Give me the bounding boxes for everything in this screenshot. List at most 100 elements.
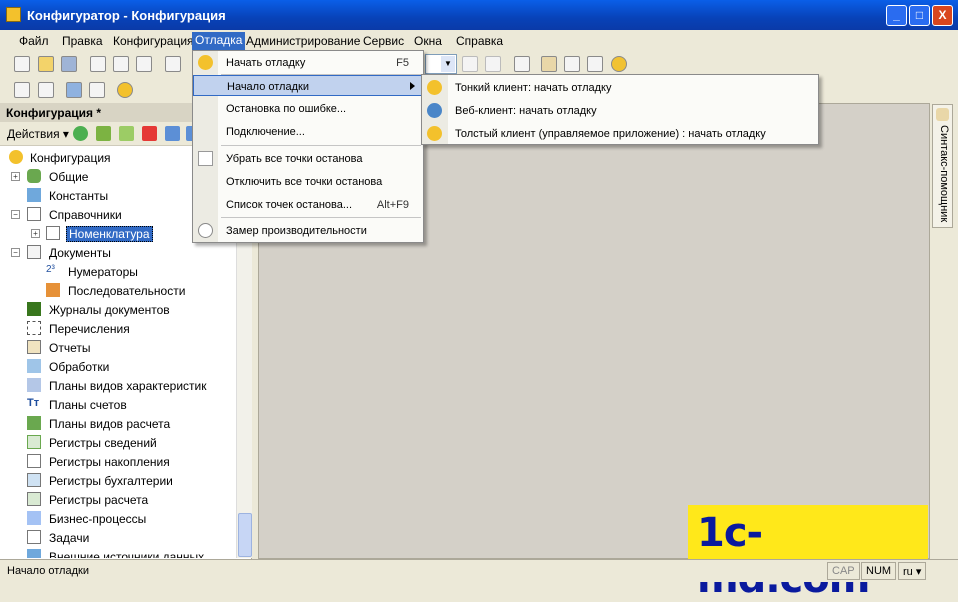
menu-help[interactable]: Справка: [453, 33, 506, 49]
collapse-icon[interactable]: −: [11, 210, 20, 219]
menu-separator: [221, 145, 421, 146]
status-bar: Начало отладки CAP NUM ru ▾: [0, 559, 958, 582]
start-debugging-item[interactable]: Начать отладку F5: [193, 52, 423, 73]
tasks-icon: [27, 530, 41, 544]
tree-item[interactable]: Журналы документов: [0, 300, 236, 319]
tree-item[interactable]: Отчеты: [0, 338, 236, 357]
menu-administration[interactable]: Администрирование: [243, 33, 363, 49]
app-icon: [6, 7, 21, 22]
start-debug-icon[interactable]: [117, 82, 133, 98]
connection-item[interactable]: Подключение...: [193, 121, 423, 142]
disable-breakpoints-item[interactable]: Отключить все точки останова: [193, 171, 423, 192]
minimize-button[interactable]: _: [886, 5, 907, 26]
external-data-sources-icon: [27, 549, 41, 558]
tree-item[interactable]: Регистры расчета: [0, 490, 236, 509]
module-icon[interactable]: [14, 82, 30, 98]
save-icon[interactable]: [61, 56, 77, 72]
edit-icon[interactable]: [96, 126, 111, 141]
web-client-icon: [427, 103, 442, 118]
chart-of-accounts-icon: Тт: [27, 397, 40, 409]
sequences-icon: [46, 283, 60, 297]
window-title: Конфигуратор - Конфигурация: [27, 8, 226, 23]
search-icon[interactable]: [564, 56, 580, 72]
menu-service[interactable]: Сервис: [360, 33, 407, 49]
status-text: Начало отладки: [7, 565, 89, 577]
watermark-logo: 1c-md.com: [688, 505, 928, 602]
add-icon[interactable]: [73, 126, 88, 141]
tree-item[interactable]: Обработки: [0, 357, 236, 376]
syntax-helper-icon[interactable]: [587, 56, 603, 72]
constants-icon: [27, 188, 41, 202]
back-icon[interactable]: [462, 56, 478, 72]
remove-breakpoints-item[interactable]: Убрать все точки останова: [193, 148, 423, 169]
stop-on-error-item[interactable]: Остановка по ошибке...: [193, 98, 423, 119]
menu-edit[interactable]: Правка: [59, 33, 106, 49]
debug-start-submenu-item[interactable]: Начало отладки: [193, 75, 423, 96]
enums-icon: [27, 321, 41, 335]
caps-indicator: CAP: [827, 562, 860, 580]
copy-icon[interactable]: [113, 56, 129, 72]
info-icon[interactable]: [611, 56, 627, 72]
menu-bar: Файл Правка Конфигурация Отладка Админис…: [0, 30, 958, 51]
menu-file[interactable]: Файл: [16, 33, 52, 49]
tree-item[interactable]: Перечисления: [0, 319, 236, 338]
business-processes-icon: [27, 511, 41, 525]
print-icon[interactable]: [165, 56, 181, 72]
paste-icon[interactable]: [136, 56, 152, 72]
thick-client-icon: [427, 126, 442, 141]
menu-windows[interactable]: Окна: [411, 33, 445, 49]
form-icon[interactable]: [38, 82, 54, 98]
submenu-arrow-icon: [410, 82, 415, 90]
actions-menu[interactable]: Действия ▾: [7, 127, 69, 141]
language-selector[interactable]: ru ▾: [898, 562, 927, 580]
documents-icon: [27, 245, 41, 259]
chevron-down-icon[interactable]: ▼: [441, 56, 455, 72]
new-file-icon[interactable]: [14, 56, 30, 72]
syntax-helper-tab[interactable]: Синтакс-помощник: [932, 104, 953, 228]
play-icon: [198, 55, 213, 70]
accumulation-registers-icon: [27, 454, 41, 468]
table-icon[interactable]: [89, 82, 105, 98]
tree-item[interactable]: Планы видов характеристик: [0, 376, 236, 395]
menu-debug[interactable]: Отладка: [192, 32, 246, 50]
thin-client-icon: [427, 80, 442, 95]
tree-item[interactable]: Задачи: [0, 528, 236, 547]
expand-icon[interactable]: +: [11, 172, 20, 181]
remove-breakpoints-icon: [198, 151, 213, 166]
tree-item[interactable]: Внешние источники данных: [0, 547, 236, 558]
expand-icon[interactable]: +: [31, 229, 40, 238]
tree-item[interactable]: − Документы: [0, 243, 236, 262]
tree-item[interactable]: Последовательности: [0, 281, 236, 300]
database-icon[interactable]: [66, 82, 82, 98]
common-icon: [27, 169, 41, 183]
open-folder-icon[interactable]: [38, 56, 54, 72]
tree-item[interactable]: Бизнес-процессы: [0, 509, 236, 528]
tree-item[interactable]: Регистры накопления: [0, 452, 236, 471]
breakpoint-list-item[interactable]: Список точек останова... Alt+F9: [193, 194, 423, 215]
catalogs-icon: [27, 207, 41, 221]
add-copy-icon[interactable]: [119, 126, 134, 141]
forward-icon[interactable]: [485, 56, 501, 72]
tree-item[interactable]: Регистры сведений: [0, 433, 236, 452]
cut-icon[interactable]: [90, 56, 106, 72]
reports-icon: [27, 340, 41, 354]
performance-measurement-item[interactable]: Замер производительности: [193, 220, 423, 241]
move-up-icon[interactable]: [165, 126, 180, 141]
scrollbar-thumb[interactable]: [238, 513, 252, 557]
menu-configuration[interactable]: Конфигурация: [110, 33, 197, 49]
thin-client-debug-item[interactable]: Тонкий клиент: начать отладку: [422, 76, 818, 99]
tree-item[interactable]: 2³ Нумераторы: [0, 262, 236, 281]
delete-icon[interactable]: [142, 126, 157, 141]
collapse-icon[interactable]: −: [11, 248, 20, 257]
document-journals-icon: [27, 302, 41, 316]
close-button[interactable]: X: [932, 5, 953, 26]
maximize-button[interactable]: □: [909, 5, 930, 26]
tree-item[interactable]: Регистры бухгалтерии: [0, 471, 236, 490]
toolbar-combobox[interactable]: ▼: [425, 54, 457, 74]
tree-item[interactable]: Планы видов расчета: [0, 414, 236, 433]
web-client-debug-item[interactable]: Веб-клиент: начать отладку: [422, 99, 818, 122]
windows-icon[interactable]: [514, 56, 530, 72]
wizard-icon[interactable]: [541, 56, 557, 72]
thick-client-debug-item[interactable]: Толстый клиент (управляемое приложение) …: [422, 122, 818, 145]
tree-item[interactable]: Тт Планы счетов: [0, 395, 236, 414]
